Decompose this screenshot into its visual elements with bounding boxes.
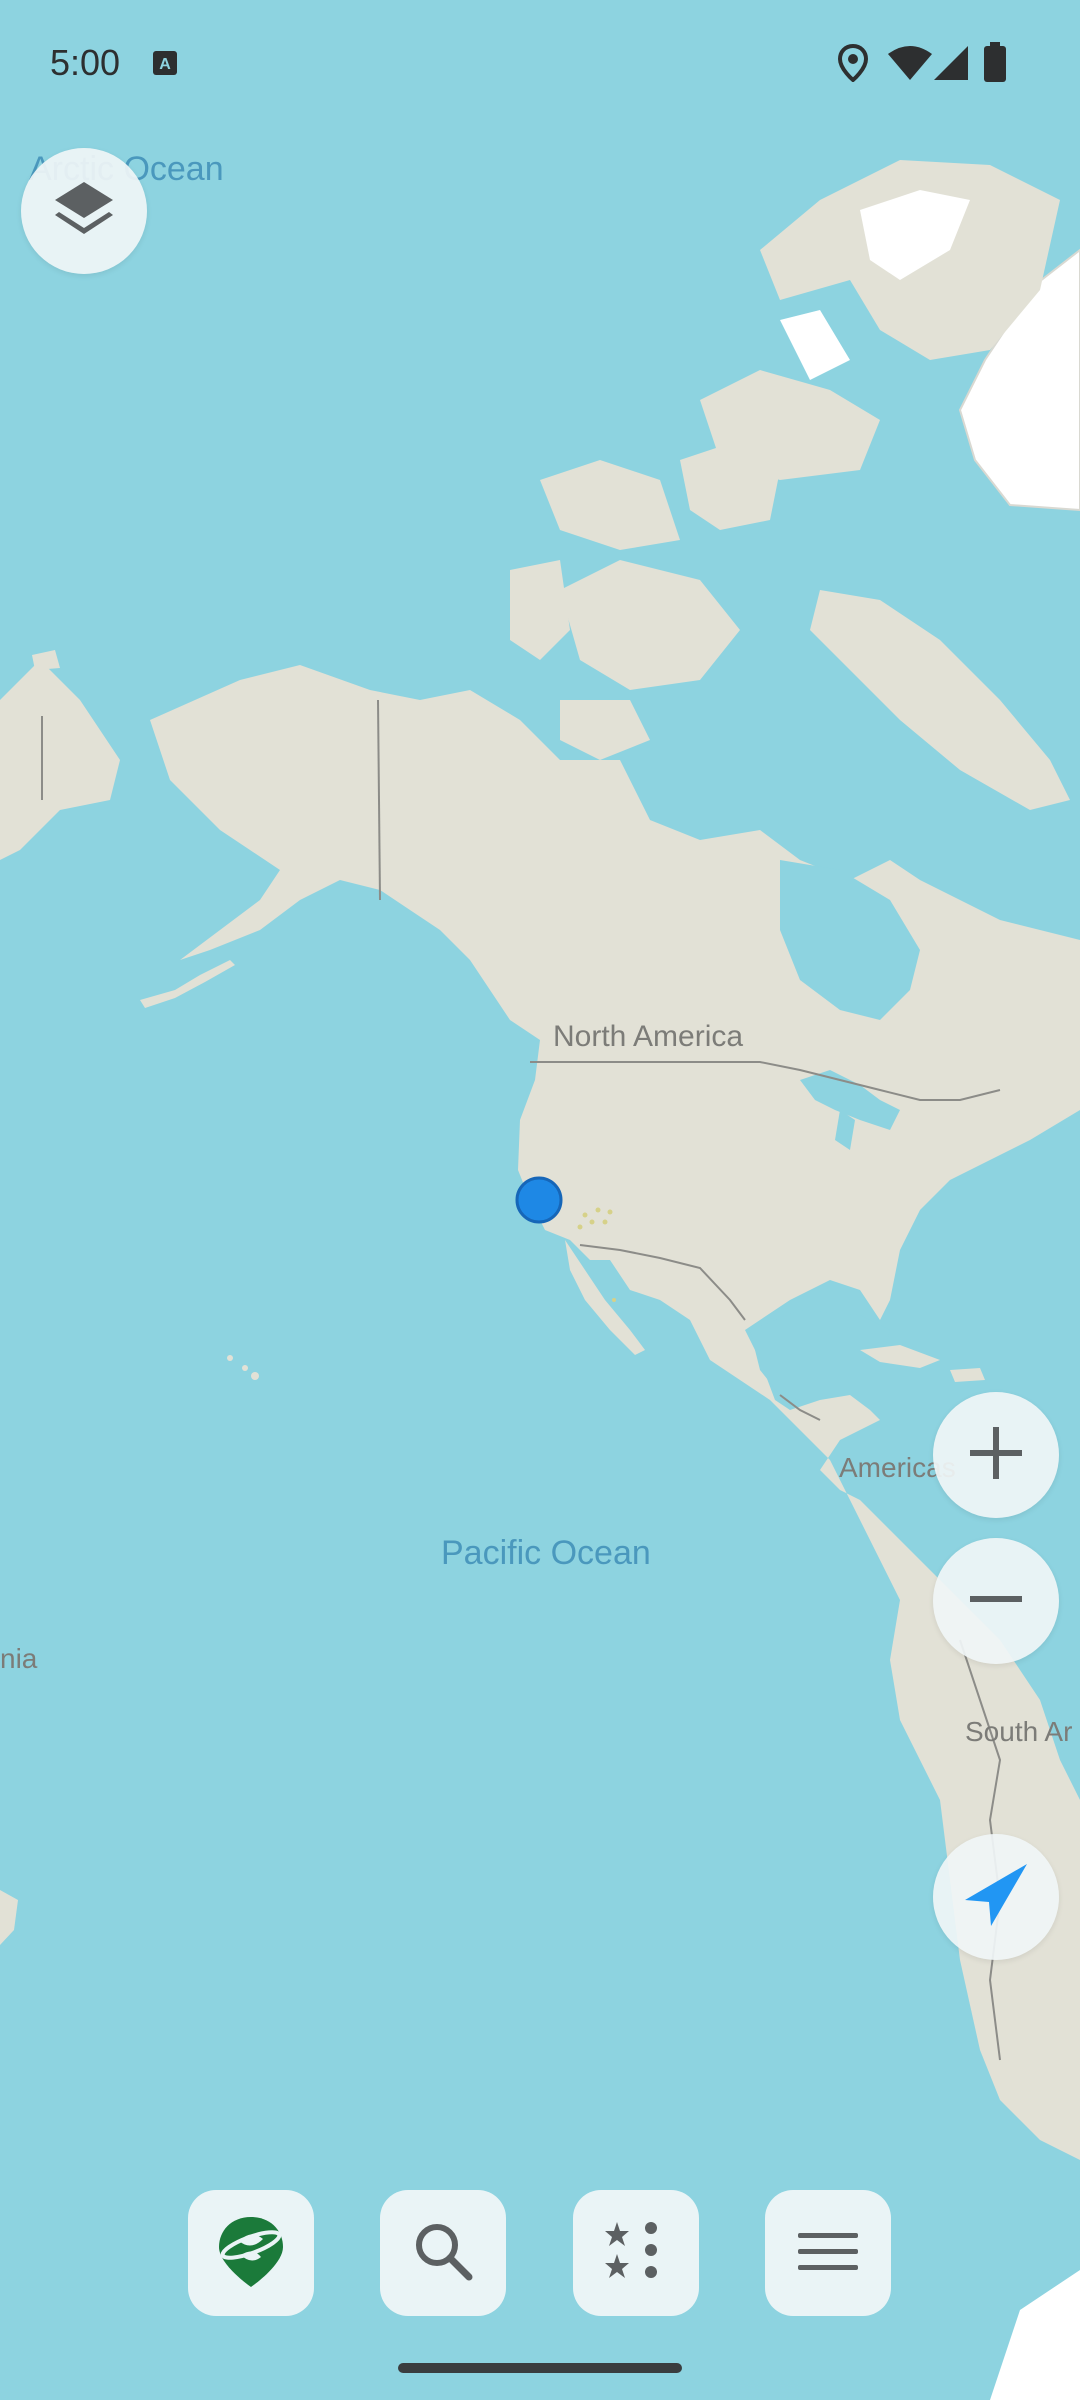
favorites-icon: [601, 2216, 671, 2291]
svg-text:A: A: [159, 56, 171, 73]
asia-edge: [0, 660, 120, 860]
north-america-mainland: [150, 665, 1080, 2160]
baffin-island: [810, 590, 1070, 810]
menu-button[interactable]: [765, 2190, 891, 2316]
map-view[interactable]: Arctic Ocean North America Americas Paci…: [0, 0, 1080, 2400]
small-island-nw: [32, 650, 60, 670]
zoom-out-button[interactable]: [933, 1538, 1059, 1664]
status-bar: 5:00 A: [0, 0, 1080, 130]
hawaii-2: [242, 1365, 248, 1371]
gesture-navigation-bar[interactable]: [398, 2363, 682, 2373]
signal-icon: [934, 46, 968, 85]
hispaniola: [950, 1368, 985, 1382]
zoom-in-button[interactable]: [933, 1392, 1059, 1518]
current-location-dot: [515, 1176, 563, 1224]
minus-icon: [968, 1571, 1024, 1632]
hawaii-1: [227, 1355, 233, 1361]
my-location-button[interactable]: [933, 1834, 1059, 1960]
battery-icon: [984, 42, 1006, 87]
hawaii-3: [251, 1372, 259, 1380]
map-label-south-america: South Ar: [965, 1716, 1073, 1747]
southampton-island: [560, 700, 650, 760]
map-label-north-america: North America: [553, 1020, 744, 1053]
layers-button[interactable]: [21, 148, 147, 274]
keyboard-a-icon: A: [152, 50, 178, 81]
map-label-oceania: nia: [0, 1643, 38, 1674]
banks-island: [510, 560, 570, 660]
arctic-ice-patch: [780, 310, 850, 380]
layers-icon: [49, 174, 119, 249]
wifi-icon: [888, 46, 932, 85]
favorites-button[interactable]: [573, 2190, 699, 2316]
victoria-island: [560, 560, 740, 690]
arctic-islands-west: [540, 460, 680, 550]
plus-icon: [968, 1425, 1024, 1486]
map-label-pacific-ocean: Pacific Ocean: [441, 1534, 651, 1572]
app-home-button[interactable]: [188, 2190, 314, 2316]
aleutians: [140, 960, 235, 1008]
antarctica-corner: [990, 2270, 1080, 2400]
search-button[interactable]: [380, 2190, 506, 2316]
navigation-arrow-icon: [961, 1860, 1031, 1935]
app-logo-icon: [211, 2211, 291, 2296]
status-time: 5:00: [50, 42, 121, 83]
map-base-layer: [0, 160, 1080, 2400]
oceania-edge: [0, 1890, 18, 1945]
menu-icon: [796, 2219, 860, 2288]
location-icon: [837, 43, 869, 87]
search-icon: [411, 2219, 475, 2288]
